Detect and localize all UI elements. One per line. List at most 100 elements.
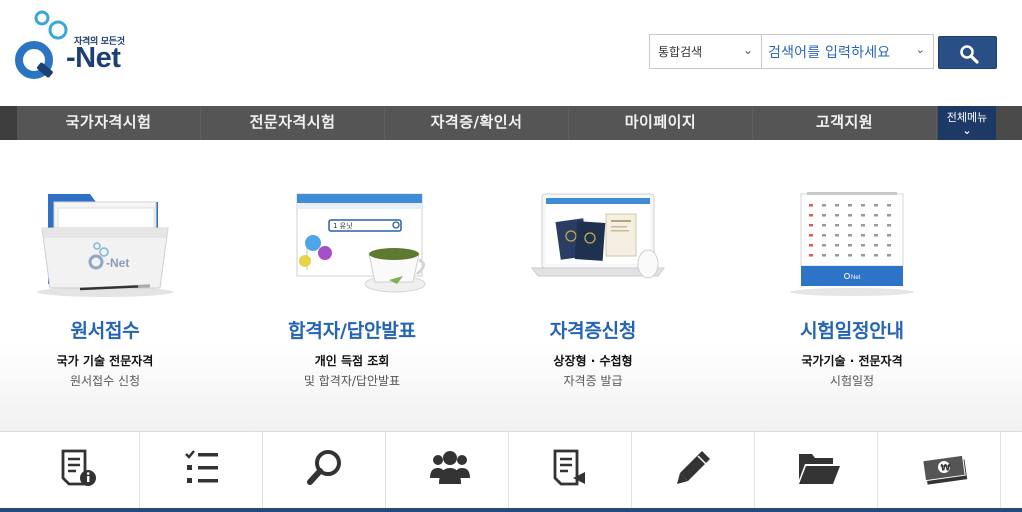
calendar-day-mark: [835, 244, 839, 247]
chevron-down-icon: ⌄: [742, 43, 753, 57]
calendar-day-mark: [822, 234, 826, 237]
users-icon: [430, 451, 470, 484]
money-icon: ₩: [922, 454, 968, 485]
nav-item-mypage[interactable]: 마이페이지: [569, 106, 753, 140]
document-info-icon: [61, 449, 96, 486]
calendar-day-mark: [861, 234, 865, 237]
main-navigation: 국가자격시험 전문자격시험 자격증/확인서 마이페이지 고객지원: [0, 106, 1022, 140]
qnet-logo[interactable]: 자격의 모든것 -Net: [14, 8, 134, 84]
chevron-down-icon: ⌄: [962, 124, 972, 137]
card-description: 및 합격자/답안발표: [303, 374, 401, 388]
card-subtitle: 개인 득점 조회: [314, 354, 390, 368]
calendar-day-mark: [848, 224, 852, 227]
card-schedule[interactable]: Net 시험일정안내 국가기술 · 전문자격 시험일정: [747, 140, 957, 431]
search-scope-select[interactable]: 통합검색 ⌄: [649, 34, 762, 69]
calendar-day-mark: [848, 244, 852, 247]
all-menu-label: 전체메뉴: [946, 111, 988, 124]
card-title: 자격증신청: [549, 320, 637, 342]
calendar-day-mark: [848, 214, 852, 217]
nav-item-professional-exam[interactable]: 전문자격시험: [201, 106, 385, 140]
all-menu-button[interactable]: 전체메뉴 ⌄: [938, 106, 996, 140]
quick-pencil[interactable]: [632, 432, 755, 508]
svg-text:Net: Net: [851, 275, 861, 281]
search-icon: [960, 45, 979, 64]
card-description: 원서접수 신청: [69, 374, 141, 388]
nav-item-support[interactable]: 고객지원: [753, 106, 937, 140]
card-subtitle: 국가기술 · 전문자격: [801, 354, 903, 368]
browser-teacup-illustration: 1 유닛: [296, 193, 426, 293]
calendar-day-mark: [874, 254, 878, 257]
checklist-icon: [185, 450, 218, 483]
search-button[interactable]: [938, 36, 997, 69]
quick-bar-bottom-line: [0, 508, 1022, 512]
calendar-day-mark: [822, 244, 826, 247]
calendar-day-mark: [835, 234, 839, 237]
calendar-day-mark: [861, 254, 865, 257]
quick-folder[interactable]: [755, 432, 878, 508]
svg-text:₩: ₩: [941, 464, 951, 474]
nav-right-spacer: [996, 106, 1022, 140]
card-subtitle: 국가 기술 전문자격: [56, 354, 154, 368]
folder-icon: [799, 454, 840, 484]
document-return-icon: [553, 449, 585, 486]
nav-item-certificate[interactable]: 자격증/확인서: [385, 106, 569, 140]
calendar-day-mark: [874, 214, 878, 217]
quick-search[interactable]: [263, 432, 386, 508]
calendar-day-mark: [835, 204, 839, 207]
calendar-day-mark: [874, 224, 878, 227]
card-description: 시험일정: [829, 374, 875, 388]
search-icon: [307, 450, 341, 485]
calendar-day-mark: [887, 224, 891, 227]
calendar-day-mark: [809, 224, 813, 227]
calendar-day-mark: [861, 244, 865, 247]
laptop-passport-illustration: [531, 193, 665, 279]
calendar-day-mark: [822, 254, 826, 257]
card-results[interactable]: 1 유닛 합격자/답안발표 개인 득점 조회 및 합격자/답안발표: [247, 140, 457, 431]
calendar-day-mark: [835, 224, 839, 227]
calendar-day-mark: [848, 254, 852, 257]
calendar-day-mark: [809, 234, 813, 237]
calendar-day-mark: [848, 234, 852, 237]
card-title: 시험일정안내: [800, 320, 904, 342]
calendar-day-mark: [887, 234, 891, 237]
chevron-down-icon: ⌄: [915, 43, 925, 56]
qnet-logo-mark: [15, 10, 68, 79]
calendar-day-mark: [822, 224, 826, 227]
folder-illustration: -Net: [37, 194, 173, 297]
calendar-day-mark: [861, 204, 865, 207]
calendar-illustration: Net: [790, 192, 914, 296]
calendar-day-mark: [887, 254, 891, 257]
browser-search-text: 1 유닛: [333, 221, 353, 230]
header: 자격의 모든것 -Net 통합검색 ⌄ 검색어를 입력하세요 ⌄: [0, 0, 1022, 106]
calendar-day-mark: [861, 224, 865, 227]
calendar-day-mark: [822, 214, 826, 217]
calendar-day-mark: [835, 214, 839, 217]
quick-document-info[interactable]: [17, 432, 140, 508]
quick-money[interactable]: ₩: [878, 432, 1001, 508]
calendar-day-mark: [874, 234, 878, 237]
search-input[interactable]: 검색어를 입력하세요 ⌄: [762, 34, 934, 69]
card-certificate-request[interactable]: 자격증신청 상장형 · 수첩형 자격증 발급: [488, 140, 698, 431]
svg-text:-Net: -Net: [106, 256, 129, 270]
nav-left-spacer: [0, 106, 17, 140]
card-description: 자격증 발급: [563, 374, 623, 388]
calendar-day-mark: [822, 204, 826, 207]
logo-text: -Net: [66, 42, 121, 74]
main-content: -Net 원서접수 국가 기술 전문자격 원서접수 신청 1 유닛 합격자/답안…: [0, 140, 1022, 431]
quick-menu-bar: ₩: [0, 431, 1022, 512]
calendar-day-mark: [887, 204, 891, 207]
calendar-day-mark: [887, 214, 891, 217]
nav-item-national-exam[interactable]: 국가자격시험: [17, 106, 201, 140]
card-title: 합격자/답안발표: [288, 320, 416, 342]
search-placeholder: 검색어를 입력하세요: [768, 45, 891, 61]
calendar-day-mark: [861, 214, 865, 217]
calendar-day-mark: [874, 204, 878, 207]
calendar-day-mark: [835, 254, 839, 257]
card-title: 원서접수: [70, 320, 140, 342]
card-application[interactable]: -Net 원서접수 국가 기술 전문자격 원서접수 신청: [0, 140, 210, 431]
quick-checklist[interactable]: [140, 432, 263, 508]
calendar-day-mark: [887, 244, 891, 247]
calendar-day-mark: [848, 204, 852, 207]
quick-document-return[interactable]: [509, 432, 632, 508]
quick-users[interactable]: [386, 432, 509, 508]
